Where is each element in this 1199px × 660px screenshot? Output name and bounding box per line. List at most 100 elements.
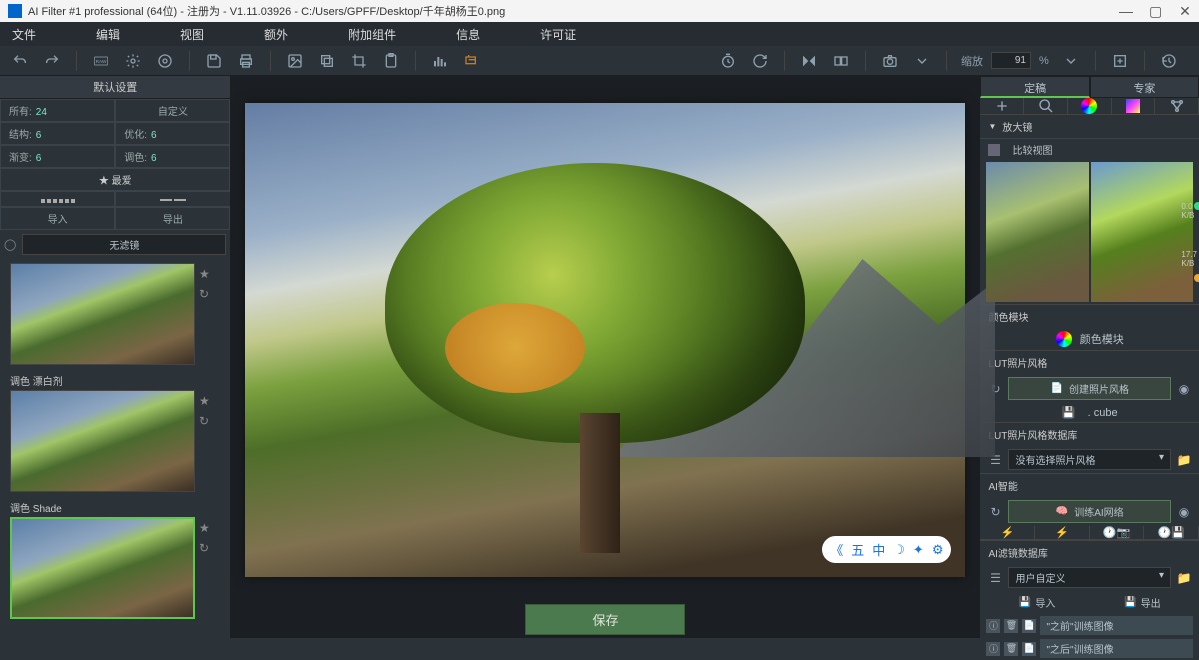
trash-icon[interactable]: 🗑 (1004, 642, 1018, 656)
create-lut-button[interactable]: 📄创建照片风格 (1008, 377, 1171, 400)
marker-orange-icon[interactable] (1194, 274, 1199, 282)
doc-icon[interactable]: 📄 (1022, 642, 1036, 656)
maximize-button[interactable]: ▢ (1149, 4, 1161, 18)
menu-file[interactable]: 文件 (12, 26, 36, 43)
save-small-icon[interactable]: 💾 (1062, 406, 1076, 419)
search-icon[interactable] (1024, 98, 1068, 114)
batch-icon[interactable] (458, 49, 486, 73)
color-module-button[interactable]: 颜色模块 (1080, 331, 1124, 347)
layers-icon[interactable] (313, 49, 341, 73)
paste-icon[interactable] (377, 49, 405, 73)
ime-moon-icon[interactable]: ☽ (893, 542, 905, 558)
after-image-label[interactable]: "之后"训练图像 (1040, 639, 1193, 658)
magnifier-section[interactable]: ▼放大镜 (980, 115, 1199, 139)
export-button[interactable]: 导出 (115, 207, 230, 230)
presets-structure[interactable]: 结构:6 (0, 122, 115, 145)
color-wheel-icon[interactable] (1068, 98, 1112, 114)
timer-icon[interactable] (714, 49, 742, 73)
add-icon[interactable] (980, 98, 1024, 114)
print-icon[interactable] (232, 49, 260, 73)
compare-box-icon[interactable] (988, 144, 1000, 156)
aidb-dropdown[interactable]: 用户自定义▾ (1008, 567, 1171, 588)
grid-view-icon[interactable] (0, 191, 115, 207)
radio-icon[interactable]: ◯ (4, 238, 16, 251)
compare-preview[interactable]: 0.0K/B 17.7K/B (980, 160, 1199, 304)
camera-icon[interactable] (876, 49, 904, 73)
image-canvas[interactable]: 《 五 中 ☽ ✦ ⚙ (245, 103, 965, 577)
menu-addons[interactable]: 附加组件 (348, 26, 396, 43)
star-icon[interactable]: ★ (199, 394, 210, 408)
history-icon[interactable] (1155, 49, 1183, 73)
zoom-value-input[interactable] (991, 52, 1031, 69)
ime-opt-2[interactable]: 中 (872, 540, 885, 559)
presets-tone[interactable]: 调色:6 (115, 145, 230, 168)
import-button[interactable]: 导入 (0, 207, 115, 230)
star-icon[interactable]: ★ (199, 267, 210, 281)
compare-icon[interactable] (827, 49, 855, 73)
ime-gear-icon[interactable]: ⚙ (932, 542, 944, 558)
clock-camera-icon[interactable]: 🕐📷 (1090, 526, 1145, 539)
ime-sparkle-icon[interactable]: ✦ (913, 542, 924, 558)
presets-all[interactable]: 所有:24 (0, 99, 115, 122)
train-ai-button[interactable]: 🧠训练AI网络 (1008, 500, 1171, 523)
menu-view[interactable]: 视图 (180, 26, 204, 43)
list-view-icon[interactable] (115, 191, 230, 207)
chevron-down-icon[interactable] (1057, 49, 1085, 73)
save-icon[interactable] (200, 49, 228, 73)
image-icon[interactable] (281, 49, 309, 73)
redo-icon[interactable] (38, 49, 66, 73)
presets-optimize[interactable]: 优化:6 (115, 122, 230, 145)
doc-icon[interactable]: 📄 (1022, 619, 1036, 633)
raw-icon[interactable]: RAW (87, 49, 115, 73)
close-button[interactable]: ✕ (1179, 4, 1191, 18)
eye-icon[interactable]: ◉ (1175, 505, 1193, 519)
gear-icon[interactable] (119, 49, 147, 73)
lutdb-dropdown[interactable]: 没有选择照片风格▾ (1008, 449, 1171, 470)
eye-icon[interactable]: ◉ (1175, 382, 1193, 396)
tab-expert[interactable]: 专家 (1090, 76, 1199, 98)
presets-gradient[interactable]: 渐变:6 (0, 145, 115, 168)
info-icon[interactable]: ⓘ (986, 619, 1000, 633)
menu-extra[interactable]: 额外 (264, 26, 288, 43)
save-button[interactable]: 保存 (525, 604, 685, 635)
folder-icon[interactable]: 📁 (1175, 453, 1193, 467)
network-icon[interactable] (1155, 98, 1199, 114)
menu-info[interactable]: 信息 (456, 26, 480, 43)
menu-edit[interactable]: 编辑 (96, 26, 120, 43)
ai-export-button[interactable]: 💾导出 (1092, 593, 1193, 612)
rotate-icon[interactable] (746, 49, 774, 73)
preset-thumbnail-1[interactable] (10, 263, 195, 365)
histogram-icon[interactable] (426, 49, 454, 73)
refresh-icon[interactable]: ↻ (986, 505, 1004, 519)
ime-overlay[interactable]: 《 五 中 ☽ ✦ ⚙ (822, 536, 951, 563)
refresh-icon[interactable]: ↻ (199, 414, 210, 428)
fit-icon[interactable] (1106, 49, 1134, 73)
minimize-button[interactable]: — (1119, 4, 1131, 18)
chevron-down-icon[interactable] (908, 49, 936, 73)
ai-import-button[interactable]: 💾导入 (986, 593, 1087, 612)
ime-opt-1[interactable]: 五 (851, 540, 864, 559)
refresh-icon[interactable]: ↻ (199, 287, 210, 301)
menu-license[interactable]: 许可证 (540, 26, 576, 43)
folder-icon[interactable]: 📁 (1175, 571, 1193, 585)
tab-final[interactable]: 定稿 (980, 76, 1089, 98)
ime-prev-icon[interactable]: 《 (830, 540, 843, 559)
before-image-label[interactable]: "之前"训练图像 (1040, 616, 1193, 635)
undo-icon[interactable] (6, 49, 34, 73)
bolt-icon[interactable]: ⚡ (980, 526, 1035, 539)
filter-dropdown[interactable]: 无滤镜 (22, 234, 226, 255)
preset-thumbnail-2[interactable] (10, 390, 195, 492)
cube-icon[interactable] (1112, 98, 1156, 114)
gear2-icon[interactable] (151, 49, 179, 73)
crop-icon[interactable] (345, 49, 373, 73)
star-icon[interactable]: ★ (199, 521, 210, 535)
favorites[interactable]: ★ 最爱 (0, 168, 230, 191)
color-wheel-icon[interactable] (1056, 331, 1072, 347)
bolt-icon[interactable]: ⚡ (1035, 526, 1090, 539)
trash-icon[interactable]: 🗑 (1004, 619, 1018, 633)
preset-thumbnail-3-selected[interactable] (10, 517, 195, 619)
refresh-icon[interactable]: ↻ (199, 541, 210, 555)
clock-save-icon[interactable]: 🕐💾 (1144, 526, 1199, 539)
presets-custom[interactable]: 自定义 (115, 99, 230, 122)
flip-h-icon[interactable] (795, 49, 823, 73)
